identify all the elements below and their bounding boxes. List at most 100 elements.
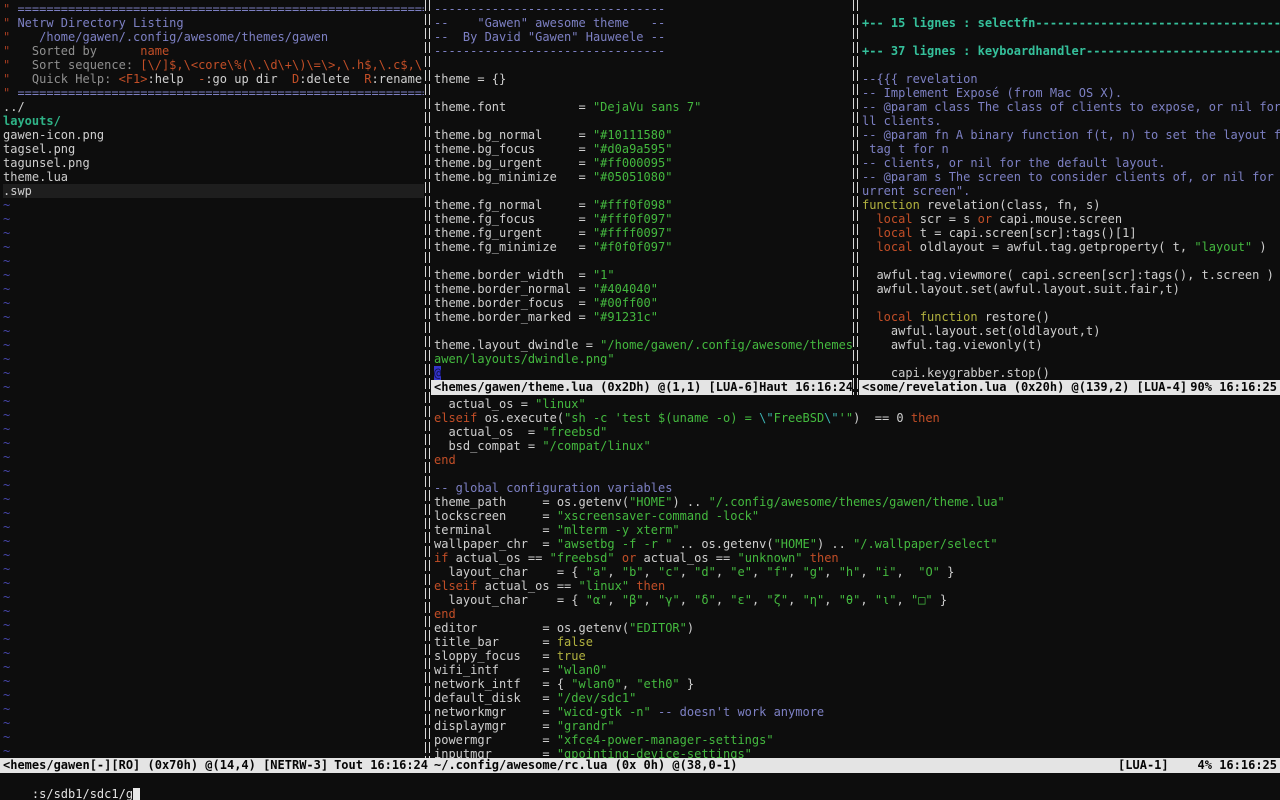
- code-segment: .swp: [3, 184, 32, 198]
- code-line: layout_char = { "α", "β", "γ", "δ", "ε",…: [434, 593, 1280, 607]
- code-segment: ": [3, 58, 17, 72]
- code-line: [862, 30, 1280, 44]
- code-segment: "wicd-gtk -n": [557, 705, 651, 719]
- code-segment: "#10111580": [593, 128, 672, 142]
- vertical-split-separator-left[interactable]: [424, 0, 431, 758]
- code-line: title_bar = false: [434, 635, 1280, 649]
- code-segment: "□": [911, 593, 933, 607]
- code-segment: -- Implement Exposé (from Mac OS X).: [862, 86, 1122, 100]
- theme-lua-pane[interactable]: ---------------------------------- "Gawe…: [431, 0, 852, 395]
- code-segment: lockscreen =: [434, 509, 557, 523]
- code-line: --------------------------------: [434, 44, 852, 58]
- code-line: tagunsel.png: [3, 156, 424, 170]
- code-segment: [862, 240, 876, 254]
- code-line: -- Implement Exposé (from Mac OS X).: [862, 86, 1280, 100]
- code-segment: function: [920, 310, 978, 324]
- code-line: [434, 86, 852, 100]
- code-line: ~: [3, 576, 424, 590]
- code-segment: "/.config/awesome/themes/gawen/theme.lua…: [709, 495, 1005, 509]
- code-segment: '": [839, 411, 853, 425]
- code-segment: ~: [3, 492, 10, 506]
- statusline-theme-file-info: <hemes/gawen/theme.lua (0x2Dh) @(1,1) [L…: [434, 380, 759, 395]
- code-line: +-- 37 lignes : keyboardhandler---------…: [862, 44, 1280, 58]
- code-segment: ~: [3, 478, 10, 492]
- code-segment: }: [940, 565, 954, 579]
- code-segment: then: [911, 411, 940, 425]
- code-segment: "HOME": [774, 537, 817, 551]
- code-line: -- @param s The screen to consider clien…: [862, 170, 1280, 184]
- code-line: local function restore(): [862, 310, 1280, 324]
- code-segment: "sh -c 'test $(uname -o) =: [564, 411, 759, 425]
- vertical-split-separator-middle[interactable]: [852, 0, 859, 395]
- code-segment: "DejaVu sans 7": [593, 100, 701, 114]
- code-line: [434, 114, 852, 128]
- code-line: networkmgr = "wicd-gtk -n" -- doesn't wo…: [434, 705, 1280, 719]
- code-segment: awful.layout.set(awful.layout.suit.fair,…: [862, 282, 1180, 296]
- code-line: capi.keygrabber.stop(): [862, 366, 1280, 380]
- code-segment: ": [3, 16, 17, 30]
- code-line: theme.border_normal = "#404040": [434, 282, 852, 296]
- code-segment: terminal =: [434, 523, 557, 537]
- code-line: .swp: [3, 184, 424, 198]
- theme-lua-buffer[interactable]: ---------------------------------- "Gawe…: [431, 0, 852, 380]
- code-segment: ,: [680, 593, 694, 607]
- code-line: theme.bg_normal = "#10111580": [434, 128, 852, 142]
- code-segment: theme_path = os.getenv(: [434, 495, 629, 509]
- code-line: theme.fg_focus = "#fff0f097": [434, 212, 852, 226]
- statusline-rc: ~/.config/awesome/rc.lua (0x 0h) @(38,0-…: [431, 758, 1280, 773]
- code-segment: function: [862, 198, 920, 212]
- code-line: ~: [3, 254, 424, 268]
- code-segment: ~: [3, 674, 10, 688]
- code-segment: "/dev/sdc1": [557, 691, 636, 705]
- code-segment: "η": [803, 593, 825, 607]
- command-line[interactable]: :s/sdb1/sdc1/g: [0, 773, 1280, 800]
- code-line: " ======================================…: [3, 86, 424, 100]
- netrw-pane[interactable]: " ======================================…: [0, 0, 424, 758]
- code-segment: ~: [3, 744, 10, 758]
- revelation-lua-pane[interactable]: +-- 15 lignes : selectfn----------------…: [859, 0, 1280, 395]
- code-line: " Quick Help: <F1>:help -:go up dir D:de…: [3, 72, 424, 86]
- code-line: theme.border_width = "1": [434, 268, 852, 282]
- code-segment: sloppy_focus =: [434, 649, 557, 663]
- code-segment: Sorted by: [17, 44, 140, 58]
- code-segment: "ι": [875, 593, 897, 607]
- code-line: sloppy_focus = true: [434, 649, 1280, 663]
- code-line: --{{{ revelation: [862, 72, 1280, 86]
- code-segment: -- @param s The screen to consider clien…: [862, 170, 1280, 184]
- code-segment: ~: [3, 506, 10, 520]
- code-segment: "ε": [730, 593, 752, 607]
- code-segment: "EDITOR": [629, 621, 687, 635]
- code-segment: ~: [3, 296, 10, 310]
- code-line: ~: [3, 296, 424, 310]
- code-line: lockscreen = "xscreensaver-command -lock…: [434, 509, 1280, 523]
- code-segment: ,: [788, 565, 802, 579]
- code-line: layouts/: [3, 114, 424, 128]
- code-segment: theme.fg_normal =: [434, 198, 593, 212]
- code-segment: inputmgr =: [434, 747, 557, 758]
- code-segment: [862, 310, 876, 324]
- code-segment: "xfce4-power-manager-settings": [557, 733, 774, 747]
- rc-lua-pane[interactable]: actual_os = "linux"elseif os.execute("sh…: [431, 395, 1280, 758]
- code-segment: "d": [694, 565, 716, 579]
- code-segment: editor = os.getenv(: [434, 621, 629, 635]
- code-segment: "#ff000095": [593, 156, 672, 170]
- code-line: if actual_os == "freebsd" or actual_os =…: [434, 551, 1280, 565]
- code-segment: ) ..: [672, 495, 708, 509]
- code-segment: "freebsd": [542, 425, 607, 439]
- code-line: theme.border_focus = "#00ff00": [434, 296, 852, 310]
- revelation-lua-buffer[interactable]: +-- 15 lignes : selectfn----------------…: [859, 0, 1280, 380]
- code-segment: "HOME": [629, 495, 672, 509]
- code-segment: ,: [644, 593, 658, 607]
- code-segment: ,: [824, 565, 838, 579]
- netrw-file-list[interactable]: " ======================================…: [0, 0, 424, 758]
- code-line: awful.layout.set(oldlayout,t): [862, 324, 1280, 338]
- code-line: ~: [3, 450, 424, 464]
- code-segment: ~: [3, 688, 10, 702]
- code-segment: ) == 0: [853, 411, 911, 425]
- code-segment: "gpointing-device-settings": [557, 747, 752, 758]
- code-line: ~: [3, 562, 424, 576]
- rc-lua-buffer[interactable]: actual_os = "linux"elseif os.execute("sh…: [431, 395, 1280, 758]
- statusline-revelation: <some/revelation.lua (0x20h) @(139,2) [L…: [859, 380, 1280, 395]
- code-segment: gawen-icon.png: [3, 128, 104, 142]
- code-segment: awful.tag.viewmore( capi.screen[scr]:tag…: [862, 268, 1274, 282]
